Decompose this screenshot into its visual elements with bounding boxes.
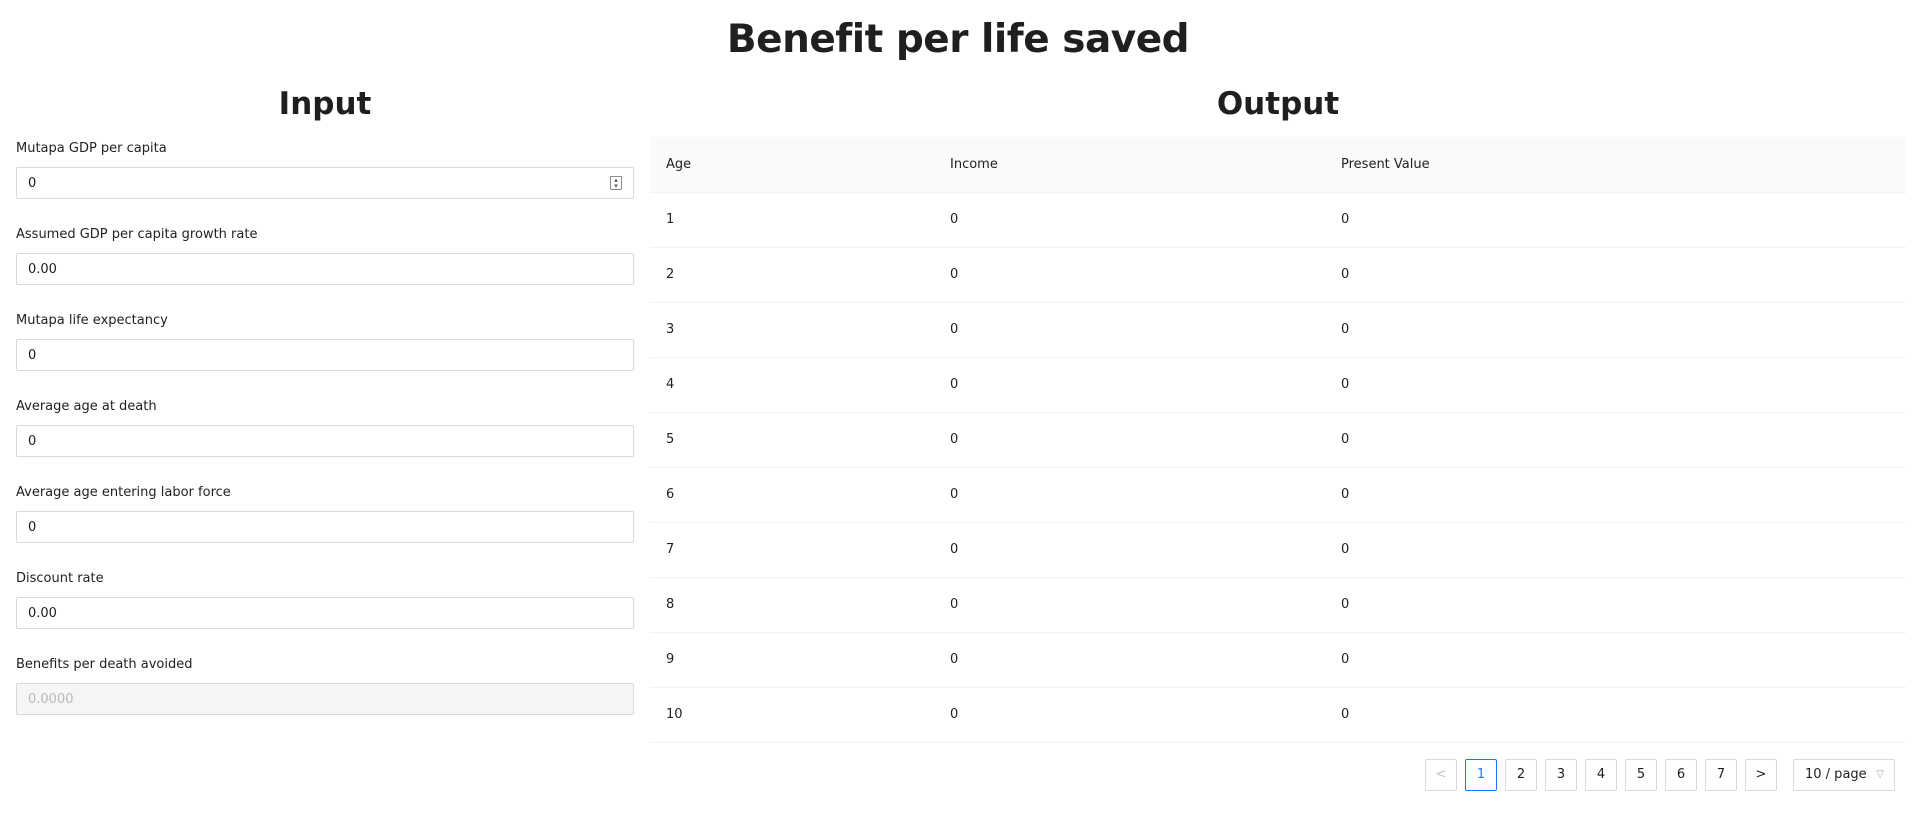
cell-present-value: 0 [1325, 192, 1906, 248]
cell-age: 6 [650, 467, 934, 523]
field-life-expectancy: Mutapa life expectancy [16, 312, 634, 398]
field-label: Average age at death [16, 399, 157, 414]
output-panel: Age Income Present Value 1 0 0 2 0 0 3 0… [650, 137, 1906, 743]
chevron-down-icon: ▽ [1876, 769, 1884, 780]
benefits-per-death-output [16, 683, 634, 715]
table-row: 8 0 0 [650, 577, 1906, 633]
cell-present-value: 0 [1325, 522, 1906, 578]
field-label: Mutapa GDP per capita [16, 141, 167, 156]
number-stepper-icon[interactable]: ▴ ▾ [610, 176, 622, 190]
cell-present-value: 0 [1325, 467, 1906, 523]
output-section-title: Output [1216, 86, 1340, 122]
input-section-title: Input [278, 86, 372, 122]
age-entering-labor-input[interactable] [16, 511, 634, 543]
field-label: Assumed GDP per capita growth rate [16, 227, 258, 242]
page-title: Benefit per life saved [726, 17, 1190, 62]
life-expectancy-input[interactable] [16, 339, 634, 371]
field-age-at-death: Average age at death [16, 398, 634, 484]
cell-income: 0 [934, 357, 1325, 413]
cell-income: 0 [934, 247, 1325, 303]
field-benefits-per-death: Benefits per death avoided [16, 656, 634, 742]
table-row: 9 0 0 [650, 632, 1906, 688]
gdp-per-capita-input[interactable] [16, 167, 634, 199]
cell-age: 7 [650, 522, 934, 578]
discount-rate-input[interactable] [16, 597, 634, 629]
table-row: 3 0 0 [650, 302, 1906, 358]
cell-income: 0 [934, 577, 1325, 633]
gdp-growth-rate-input[interactable] [16, 253, 634, 285]
cell-income: 0 [934, 467, 1325, 523]
age-at-death-input[interactable] [16, 425, 634, 457]
cell-income: 0 [934, 522, 1325, 578]
page-button-7[interactable]: 7 [1705, 759, 1737, 791]
table-row: 5 0 0 [650, 412, 1906, 468]
field-age-entering-labor: Average age entering labor force [16, 484, 634, 570]
page-button-2[interactable]: 2 [1505, 759, 1537, 791]
page-button-1[interactable]: 1 [1465, 759, 1497, 791]
table-row: 10 0 0 [650, 687, 1906, 743]
prev-page-button[interactable]: < [1425, 759, 1457, 791]
cell-age: 8 [650, 577, 934, 633]
cell-income: 0 [934, 632, 1325, 688]
page-button-4[interactable]: 4 [1585, 759, 1617, 791]
cell-income: 0 [934, 302, 1325, 358]
field-discount-rate: Discount rate [16, 570, 634, 656]
cell-age: 4 [650, 357, 934, 413]
table-header-row: Age Income Present Value [650, 137, 1906, 193]
cell-income: 0 [934, 412, 1325, 468]
cell-age: 1 [650, 192, 934, 248]
cell-present-value: 0 [1325, 412, 1906, 468]
page-button-3[interactable]: 3 [1545, 759, 1577, 791]
column-header-income: Income [934, 137, 1325, 193]
cell-age: 10 [650, 687, 934, 743]
table-row: 6 0 0 [650, 467, 1906, 523]
page-button-6[interactable]: 6 [1665, 759, 1697, 791]
page-size-select[interactable]: 10 / page ▽ [1793, 759, 1895, 791]
cell-present-value: 0 [1325, 687, 1906, 743]
cell-income: 0 [934, 192, 1325, 248]
cell-age: 2 [650, 247, 934, 303]
cell-present-value: 0 [1325, 302, 1906, 358]
column-header-age: Age [650, 137, 934, 193]
page-button-5[interactable]: 5 [1625, 759, 1657, 791]
next-page-button[interactable]: > [1745, 759, 1777, 791]
pagination: < 1 2 3 4 5 6 7 > 10 / page ▽ [1425, 759, 1895, 791]
cell-age: 9 [650, 632, 934, 688]
cell-present-value: 0 [1325, 577, 1906, 633]
table-row: 2 0 0 [650, 247, 1906, 303]
field-gdp-growth-rate: Assumed GDP per capita growth rate [16, 226, 634, 312]
cell-present-value: 0 [1325, 632, 1906, 688]
field-label: Discount rate [16, 571, 104, 586]
field-label: Mutapa life expectancy [16, 313, 168, 328]
cell-income: 0 [934, 687, 1325, 743]
output-table: Age Income Present Value 1 0 0 2 0 0 3 0… [650, 137, 1906, 743]
cell-age: 5 [650, 412, 934, 468]
table-row: 7 0 0 [650, 522, 1906, 578]
table-row: 4 0 0 [650, 357, 1906, 413]
cell-age: 3 [650, 302, 934, 358]
field-label: Average age entering labor force [16, 485, 231, 500]
page-size-value: 10 / page [1805, 767, 1867, 782]
input-panel: Mutapa GDP per capita ▴▾ Assumed GDP per… [16, 140, 634, 742]
cell-present-value: 0 [1325, 357, 1906, 413]
field-gdp-per-capita: Mutapa GDP per capita ▴▾ [16, 140, 634, 226]
field-label: Benefits per death avoided [16, 657, 193, 672]
cell-present-value: 0 [1325, 247, 1906, 303]
table-row: 1 0 0 [650, 192, 1906, 248]
column-header-present-value: Present Value [1325, 137, 1906, 193]
